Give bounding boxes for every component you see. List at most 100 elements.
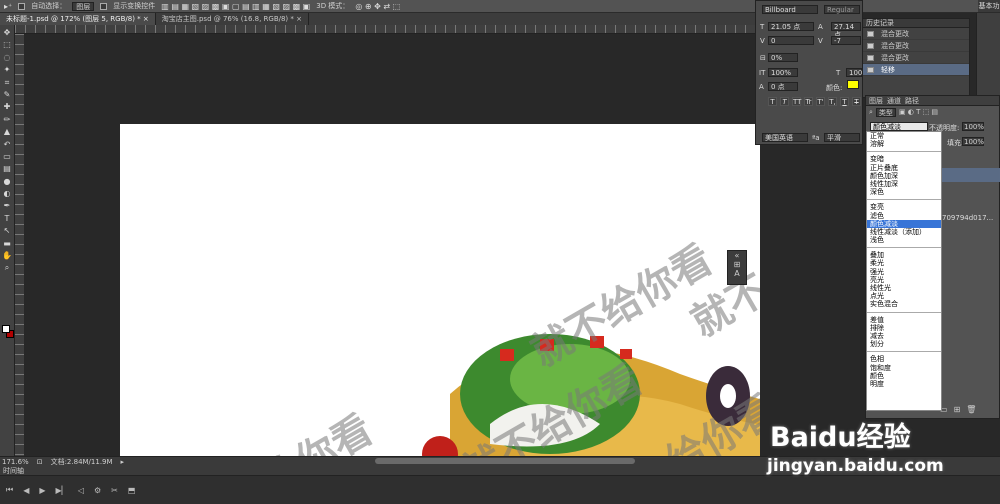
blend-mode-item[interactable]: 颜色加深: [867, 172, 941, 180]
font-family-select[interactable]: Billboard: [762, 5, 818, 14]
small-caps-button[interactable]: Tr: [804, 97, 813, 106]
show-transform-checkbox[interactable]: [100, 2, 108, 10]
underline-button[interactable]: T: [840, 97, 849, 106]
kerning-field[interactable]: 0: [768, 36, 814, 45]
zoom-level[interactable]: 171.6%: [2, 458, 29, 466]
marquee-icon[interactable]: ⬚: [3, 41, 11, 49]
layer-name[interactable]: 709794d017...: [942, 214, 993, 222]
blend-mode-item[interactable]: 深色: [867, 188, 941, 196]
blend-mode-item[interactable]: 明度: [867, 380, 941, 388]
trash-icon[interactable]: 🗑: [966, 405, 976, 417]
layer-kind-filter[interactable]: 类型: [875, 107, 896, 117]
blend-mode-item[interactable]: 亮光: [867, 276, 941, 284]
tab-layers[interactable]: 图层: [869, 96, 883, 105]
history-item[interactable]: 混合更改: [863, 28, 969, 40]
lasso-icon[interactable]: ◌: [4, 53, 11, 62]
collapse-icon[interactable]: «: [728, 251, 746, 260]
all-caps-button[interactable]: TT: [792, 97, 801, 106]
blend-mode-item[interactable]: 溶解: [867, 140, 941, 148]
status-arrow-icon[interactable]: ⊡: [37, 458, 43, 466]
collapsed-panel-strip[interactable]: [976, 13, 1000, 103]
font-size-field[interactable]: 21.05 点: [768, 22, 814, 31]
blend-mode-item[interactable]: 划分: [867, 340, 941, 348]
play-icon[interactable]: ▶: [39, 486, 45, 495]
foreground-color-swatch[interactable]: [2, 325, 10, 333]
workspace-switcher[interactable]: 基本功: [978, 0, 1000, 12]
history-item[interactable]: 混合更改: [863, 40, 969, 52]
blend-mode-item[interactable]: 线性减淡（添加）: [867, 228, 941, 236]
blend-mode-item[interactable]: 排除: [867, 324, 941, 332]
new-layer-icon[interactable]: ⊞: [954, 405, 961, 417]
floating-mini-panel[interactable]: « ⊞ A: [727, 250, 747, 285]
text-color-swatch[interactable]: [847, 80, 859, 89]
hand-icon[interactable]: ✋: [2, 252, 12, 260]
pen-icon[interactable]: ✒: [4, 202, 11, 210]
close-icon[interactable]: ×: [143, 15, 149, 23]
doc-size[interactable]: 文档:2.84M/11.9M: [51, 457, 113, 467]
zoom-icon[interactable]: ⌕: [5, 264, 9, 272]
vertical-scale-percent-field[interactable]: 0%: [768, 53, 798, 62]
font-style-select[interactable]: Regular: [824, 5, 860, 14]
character-icon[interactable]: A: [728, 269, 746, 278]
blend-mode-item[interactable]: 浅色: [867, 236, 941, 244]
auto-select-dropdown[interactable]: 图层: [72, 1, 95, 11]
horizontal-scale-field[interactable]: 100%: [846, 68, 869, 77]
prev-frame-icon[interactable]: ◀: [23, 486, 29, 495]
vertical-scale-field[interactable]: 100%: [768, 68, 798, 77]
horizontal-scrollbar[interactable]: [375, 458, 635, 464]
auto-select-checkbox[interactable]: [18, 2, 26, 10]
history-item-selected[interactable]: 轻移: [863, 64, 969, 76]
3d-tools-icons[interactable]: ◎ ⊕ ✥ ⇄ ⬚: [355, 2, 400, 11]
subscript-button[interactable]: T,: [828, 97, 837, 106]
tab-channels[interactable]: 通道: [887, 96, 901, 105]
next-frame-icon[interactable]: ▶▏: [56, 486, 68, 495]
crop-icon[interactable]: ⌗: [5, 78, 10, 87]
brush-icon[interactable]: ✏: [4, 115, 11, 124]
blend-mode-item[interactable]: 实色混合: [867, 300, 941, 308]
status-menu-icon[interactable]: ▸: [121, 458, 125, 466]
gradient-icon[interactable]: ▤: [3, 165, 11, 173]
healing-icon[interactable]: ✚: [4, 103, 11, 111]
shape-icon[interactable]: ▬: [3, 239, 11, 248]
superscript-button[interactable]: T': [816, 97, 825, 106]
tab-document-1[interactable]: 未标题-1.psd @ 172% (图层 5, RGB/8) * ×: [0, 13, 156, 25]
align-icons[interactable]: ▥ ▤ ▦ ▧ ▨ ▩ ▣ ▢ ▤ ▥ ▦ ▧ ▨ ▩ ▣: [161, 2, 310, 11]
eyedropper-icon[interactable]: ✎: [4, 90, 11, 99]
blend-mode-item[interactable]: 线性加深: [867, 180, 941, 188]
history-brush-icon[interactable]: ↶: [4, 140, 11, 149]
layer-row-selected[interactable]: [940, 168, 1000, 182]
faux-italic-button[interactable]: T: [780, 97, 789, 106]
blend-mode-item[interactable]: 颜色: [867, 372, 941, 380]
baseline-field[interactable]: 0 点: [768, 82, 798, 91]
blend-mode-item[interactable]: 线性光: [867, 284, 941, 292]
document-canvas[interactable]: 就不给你看 就不给你看 给你看 就不给你看 给你看: [120, 124, 760, 456]
blend-mode-item[interactable]: 正常: [867, 132, 941, 140]
opacity-field[interactable]: 100%: [962, 122, 984, 131]
first-frame-icon[interactable]: ⏮: [6, 485, 13, 495]
blend-mode-item[interactable]: 滤色: [867, 212, 941, 220]
blend-mode-item[interactable]: 叠加: [867, 251, 941, 259]
blur-icon[interactable]: ●: [4, 177, 11, 186]
transition-icon[interactable]: ⬒: [128, 486, 136, 495]
anti-alias-select[interactable]: 平滑: [824, 133, 860, 142]
tracking-field[interactable]: -7: [831, 36, 861, 45]
fill-field[interactable]: 100%: [962, 137, 984, 146]
path-select-icon[interactable]: ↖: [4, 227, 11, 235]
move-icon[interactable]: ✥: [4, 29, 11, 37]
render-icon[interactable]: ✂: [111, 486, 118, 495]
blend-mode-item[interactable]: 变亮: [867, 203, 941, 211]
stamp-icon[interactable]: ▲: [4, 128, 10, 136]
tab-document-2[interactable]: 淘宝店主图.psd @ 76% (16.8, RGB/8) * ×: [156, 13, 309, 25]
canvas-area[interactable]: 就不给你看 就不给你看 给你看 就不给你看 给你看: [24, 34, 760, 456]
history-title[interactable]: 历史记录: [863, 19, 969, 28]
blend-mode-select[interactable]: 颜色减淡: [870, 122, 928, 131]
history-item[interactable]: 混合更改: [863, 52, 969, 64]
settings-icon[interactable]: ⚙: [94, 486, 101, 495]
close-icon[interactable]: ×: [296, 15, 302, 23]
blend-mode-item[interactable]: 点光: [867, 292, 941, 300]
language-select[interactable]: 美国英语: [762, 133, 808, 142]
paragraph-icon[interactable]: ⊞: [728, 260, 746, 269]
eraser-icon[interactable]: ▭: [3, 152, 11, 161]
dodge-icon[interactable]: ◐: [4, 190, 11, 198]
tab-paths[interactable]: 路径: [905, 96, 919, 105]
